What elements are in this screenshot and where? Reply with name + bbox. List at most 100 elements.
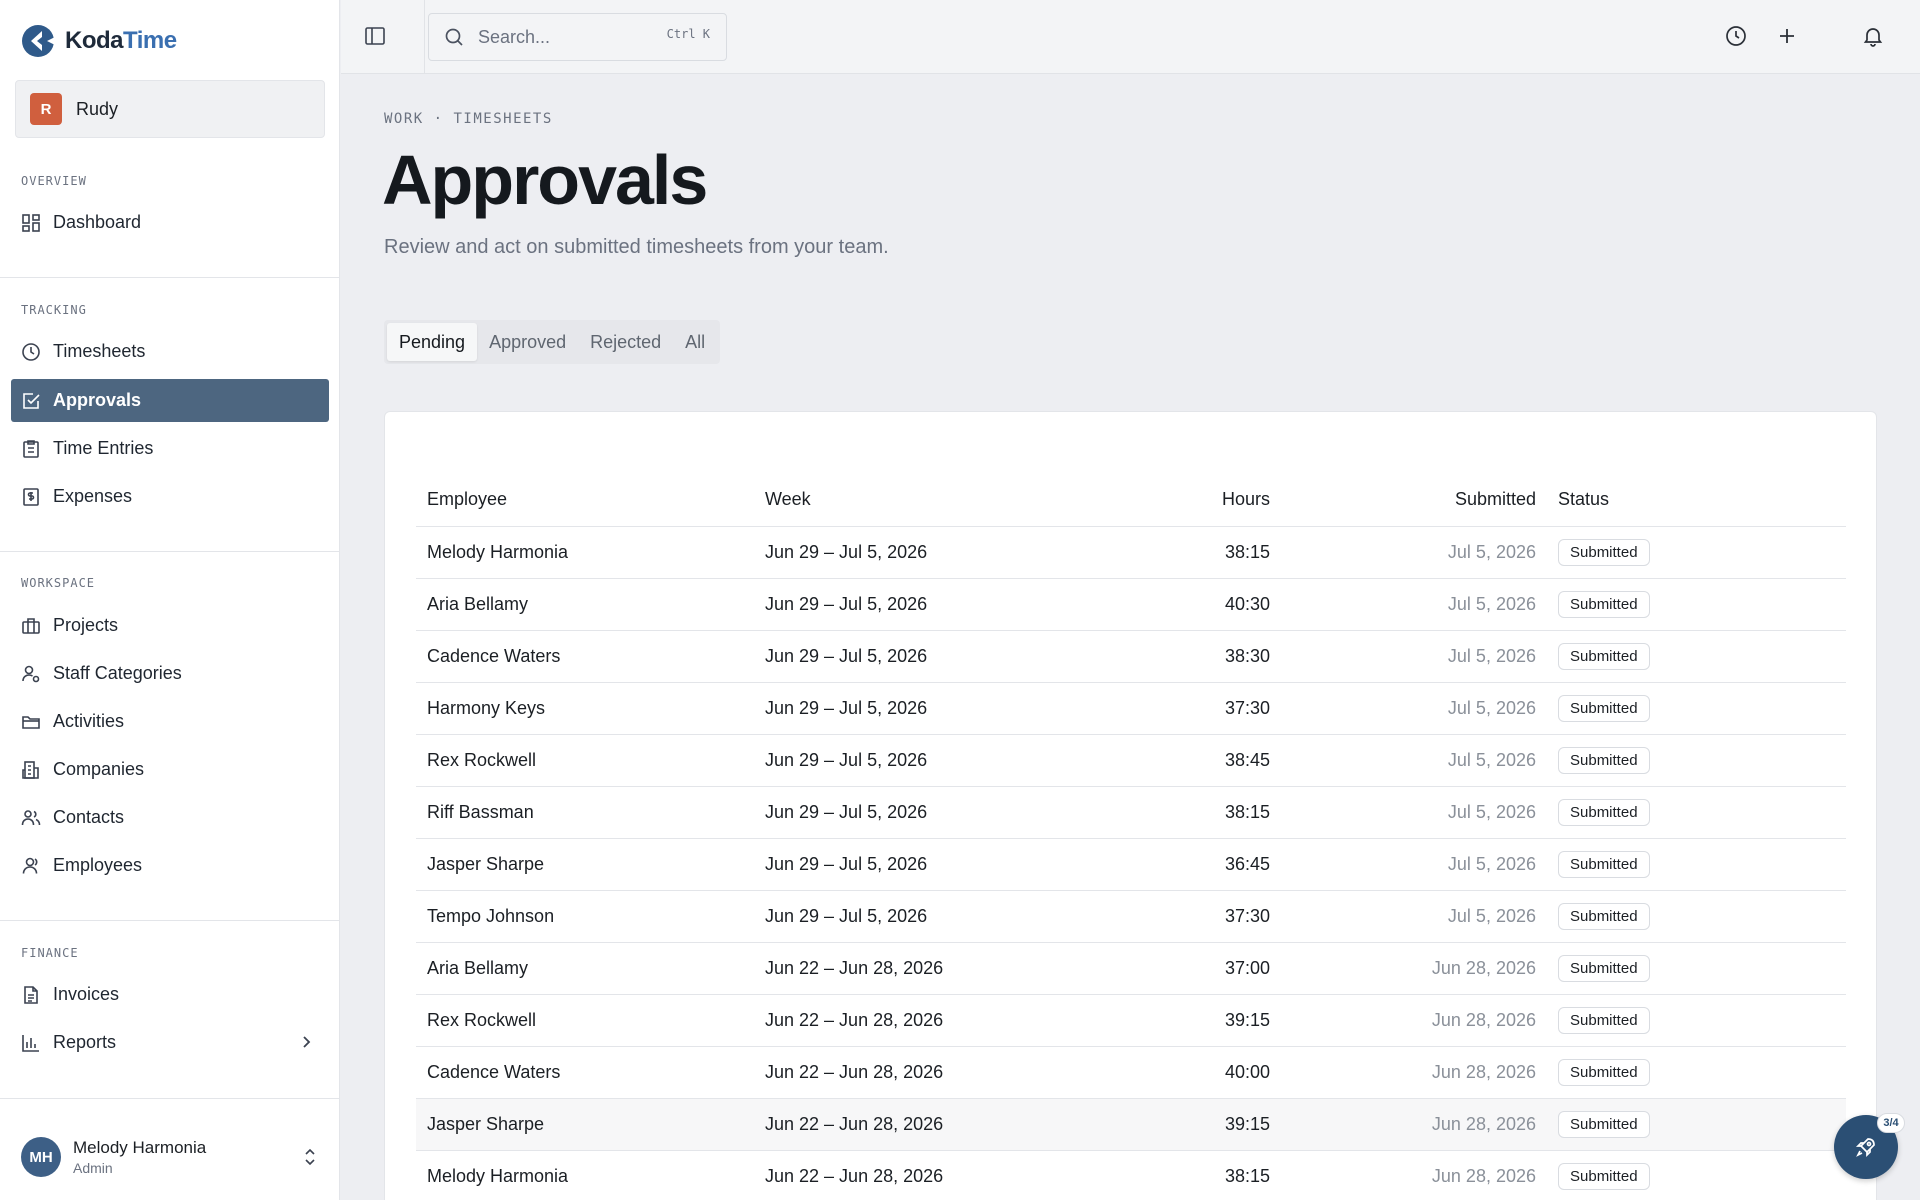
table-row[interactable]: Aria Bellamy Jun 22 – Jun 28, 2026 37:00 Ju…	[416, 943, 1846, 995]
table-row[interactable]: Tempo Johnson Jun 29 – Jul 5, 2026 37:30 Ju…	[416, 891, 1846, 943]
sidebar-item-contacts[interactable]: Contacts	[11, 796, 329, 839]
tab-all[interactable]: All	[673, 323, 717, 361]
status-cell: Submitted	[1536, 799, 1846, 826]
sidebar-item-label: Staff Categories	[53, 663, 182, 683]
table-row[interactable]: Rex Rockwell Jun 29 – Jul 5, 2026 38:45 Jul…	[416, 735, 1846, 787]
sidebar-item-invoices[interactable]: Invoices	[11, 973, 329, 1016]
sidebar-toggle-icon[interactable]	[364, 25, 386, 47]
table-row[interactable]: Jasper Sharpe Jun 29 – Jul 5, 2026 36:45 Ju…	[416, 839, 1846, 891]
sidebar-item-approvals[interactable]: Approvals	[11, 379, 329, 422]
sidebar-item-timesheets[interactable]: Timesheets	[11, 330, 329, 373]
sidebar-item-label: Employees	[53, 855, 143, 875]
column-header-submitted[interactable]: Submitted	[1270, 489, 1536, 510]
hours-cell: 38:30	[1224, 646, 1270, 666]
table-row[interactable]: Cadence Waters Jun 29 – Jul 5, 2026 38:30 J…	[416, 631, 1846, 683]
status-badge: Submitted	[1558, 539, 1650, 566]
tab-rejected[interactable]: Rejected	[578, 323, 673, 361]
employee-cell: Jasper Sharpe	[427, 854, 545, 874]
table-row[interactable]: Aria Bellamy Jun 29 – Jul 5, 2026 40:30 Jul…	[416, 579, 1846, 631]
status-badge: Submitted	[1558, 1007, 1650, 1034]
user-menu[interactable]: MH Melody Harmonia Admin	[21, 1135, 326, 1179]
folder-icon	[22, 715, 40, 729]
table-row[interactable]: Riff Bassman Jun 29 – Jul 5, 2026 38:15 Jul…	[416, 787, 1846, 839]
breadcrumb: WORK · TIMESHEETS	[384, 111, 553, 127]
table-row[interactable]: Cadence Waters Jun 22 – Jun 28, 2026 40:00…	[416, 1047, 1846, 1099]
table-row[interactable]: Melody Harmonia Jun 22 – Jun 28, 2026 38:1…	[416, 1151, 1846, 1200]
section-label-finance: FINANCE	[21, 946, 79, 960]
user-settings-icon	[22, 665, 40, 682]
user-icon	[22, 857, 38, 874]
week-cell: Jun 29 – Jul 5, 2026	[765, 646, 928, 666]
employee-cell: Melody Harmonia	[427, 1166, 569, 1186]
bell-icon[interactable]	[1862, 25, 1884, 47]
tab-approved[interactable]: Approved	[477, 323, 578, 361]
status-badge: Submitted	[1558, 1059, 1650, 1086]
column-header-status[interactable]: Status	[1536, 489, 1846, 510]
org-avatar: R	[30, 93, 62, 125]
hours-cell: 37:30	[1224, 698, 1270, 718]
status-badge: Submitted	[1558, 1111, 1650, 1138]
submitted-cell: Jun 28, 2026	[1431, 1114, 1536, 1134]
status-cell: Submitted	[1536, 695, 1846, 722]
search-input[interactable]	[478, 26, 638, 48]
timer-icon[interactable]	[1725, 25, 1747, 47]
status-cell: Submitted	[1536, 1163, 1846, 1190]
sidebar-divider	[0, 551, 340, 552]
tab-pending[interactable]: Pending	[387, 323, 478, 361]
status-cell: Submitted	[1536, 851, 1846, 878]
week-cell: Jun 29 – Jul 5, 2026	[765, 594, 928, 614]
sidebar-item-companies[interactable]: Companies	[11, 748, 329, 791]
sidebar-item-label: Activities	[53, 711, 125, 731]
column-header-week[interactable]: Week	[765, 489, 1163, 510]
sidebar-divider	[0, 1098, 340, 1099]
hours-cell: 36:45	[1224, 854, 1270, 874]
employee-cell: Aria Bellamy	[427, 958, 529, 978]
table-row[interactable]: Rex Rockwell Jun 22 – Jun 28, 2026 39:15 Ju…	[416, 995, 1846, 1047]
sidebar-item-reports[interactable]: Reports	[11, 1021, 329, 1064]
org-switcher[interactable]: R Rudy	[15, 80, 325, 138]
hours-cell: 38:15	[1224, 802, 1270, 822]
status-cell: Submitted	[1536, 747, 1846, 774]
submitted-cell: Jul 5, 2026	[1447, 802, 1536, 822]
status-cell: Submitted	[1536, 1111, 1846, 1138]
table-header: Employee Week Hours Submitted Status	[416, 472, 1846, 527]
app-name: KodaTime	[65, 27, 177, 54]
table-row[interactable]: Melody Harmonia Jun 29 – Jul 5, 2026 38:15…	[416, 527, 1846, 579]
clipboard-icon	[23, 439, 39, 458]
hours-cell: 39:15	[1224, 1010, 1270, 1030]
week-cell: Jun 29 – Jul 5, 2026	[765, 906, 928, 926]
employee-cell: Harmony Keys	[427, 698, 546, 718]
app-logo[interactable]: KodaTime	[21, 24, 177, 58]
users-icon	[21, 809, 41, 825]
employee-cell: Riff Bassman	[427, 802, 534, 822]
table-row[interactable]: Harmony Keys Jun 29 – Jul 5, 2026 37:30 Jul…	[416, 683, 1846, 735]
sidebar-item-label: Projects	[53, 615, 119, 635]
search-box[interactable]: Ctrl K	[428, 13, 727, 61]
hours-cell: 37:00	[1224, 958, 1270, 978]
sidebar-item-projects[interactable]: Projects	[11, 604, 329, 647]
sidebar-item-time-entries[interactable]: Time Entries	[11, 427, 329, 470]
employee-cell: Cadence Waters	[427, 646, 561, 666]
employee-cell: Rex Rockwell	[427, 750, 537, 770]
employee-cell: Cadence Waters	[427, 1062, 561, 1082]
sidebar-item-employees[interactable]: Employees	[11, 844, 329, 887]
topbar-divider	[424, 0, 425, 74]
status-cell: Submitted	[1536, 643, 1846, 670]
rocket-icon	[1855, 1138, 1875, 1158]
sidebar-item-staff-categories[interactable]: Staff Categories	[11, 652, 329, 695]
chevron-up-down-icon	[305, 1148, 315, 1166]
column-header-employee[interactable]: Employee	[416, 489, 765, 510]
plus-icon[interactable]	[1776, 25, 1798, 47]
table-row[interactable]: Jasper Sharpe Jun 22 – Jun 28, 2026 39:15 J…	[416, 1099, 1846, 1151]
week-cell: Jun 29 – Jul 5, 2026	[765, 542, 928, 562]
sidebar-item-expenses[interactable]: Expenses	[11, 475, 329, 518]
status-cell: Submitted	[1536, 539, 1846, 566]
sidebar-item-activities[interactable]: Activities	[11, 700, 329, 743]
receipt-icon	[23, 487, 39, 506]
sidebar-divider	[0, 920, 340, 921]
status-cell: Submitted	[1536, 1007, 1846, 1034]
koda-logo-icon	[22, 25, 55, 57]
dashboard-icon	[22, 213, 40, 232]
column-header-hours[interactable]: Hours	[1163, 489, 1270, 510]
sidebar-item-dashboard[interactable]: Dashboard	[11, 201, 329, 244]
